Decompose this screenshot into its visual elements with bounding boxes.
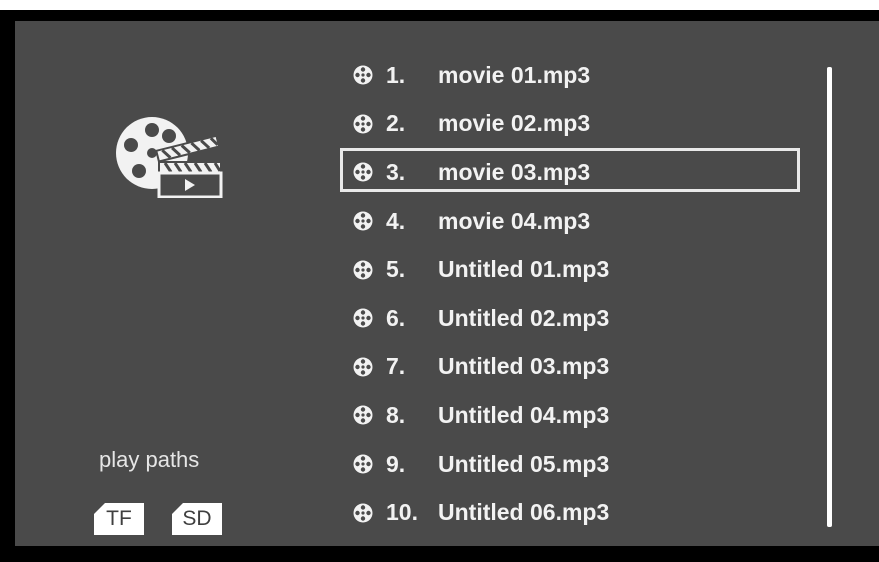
file-name: movie 03.mp3 [438,158,591,185]
file-number: 7. [386,353,406,380]
scrollbar-thumb[interactable] [827,67,832,527]
tv-screen-frame: play paths TF SD 1. movie 01.mp3 2. movi… [0,10,879,562]
file-number: 8. [386,401,406,428]
reel-bullet-icon [353,114,373,134]
file-list-item-selected[interactable]: 3. movie 03.mp3 [340,148,820,197]
file-list: 1. movie 01.mp3 2. movie 02.mp3 3. movie… [340,51,820,537]
file-number: 4. [386,207,406,234]
file-number: 3. [386,158,406,185]
play-paths-label: play paths [99,447,200,472]
file-name: Untitled 02.mp3 [438,304,610,331]
file-number: 9. [386,450,406,477]
reel-bullet-icon [353,454,373,474]
file-number: 6. [386,304,406,331]
file-list-item[interactable]: 1. movie 01.mp3 [340,51,820,100]
file-name: Untitled 06.mp3 [438,499,610,526]
film-reel-clapperboard-icon [116,117,223,198]
media-browser-panel: play paths TF SD 1. movie 01.mp3 2. movi… [15,21,879,546]
reel-bullet-icon [353,260,373,280]
reel-bullet-icon [353,162,373,182]
file-list-item[interactable]: 7. Untitled 03.mp3 [340,343,820,392]
file-name: movie 02.mp3 [438,110,591,137]
reel-bullet-icon [353,503,373,523]
reel-bullet-icon [353,65,373,85]
source-sd-button[interactable]: SD [172,503,222,535]
file-name: Untitled 05.mp3 [438,450,610,477]
file-list-item[interactable]: 4. movie 04.mp3 [340,197,820,246]
file-name: movie 04.mp3 [438,207,591,234]
file-name: movie 01.mp3 [438,61,591,88]
file-name: Untitled 03.mp3 [438,353,610,380]
reel-bullet-icon [353,357,373,377]
file-list-item[interactable]: 10. Untitled 06.mp3 [340,488,820,537]
file-list-item[interactable]: 5. Untitled 01.mp3 [340,245,820,294]
source-tf-button[interactable]: TF [94,503,144,535]
file-number: 2. [386,110,406,137]
file-list-item[interactable]: 2. movie 02.mp3 [340,100,820,149]
file-list-item[interactable]: 6. Untitled 02.mp3 [340,294,820,343]
file-number: 1. [386,61,406,88]
reel-bullet-icon [353,308,373,328]
reel-bullet-icon [353,211,373,231]
file-number: 10. [386,499,418,526]
file-list-item[interactable]: 8. Untitled 04.mp3 [340,391,820,440]
reel-bullet-icon [353,405,373,425]
file-name: Untitled 01.mp3 [438,256,610,283]
file-number: 5. [386,256,406,283]
file-list-item[interactable]: 9. Untitled 05.mp3 [340,440,820,489]
list-scrollbar[interactable] [827,67,832,527]
file-name: Untitled 04.mp3 [438,401,610,428]
